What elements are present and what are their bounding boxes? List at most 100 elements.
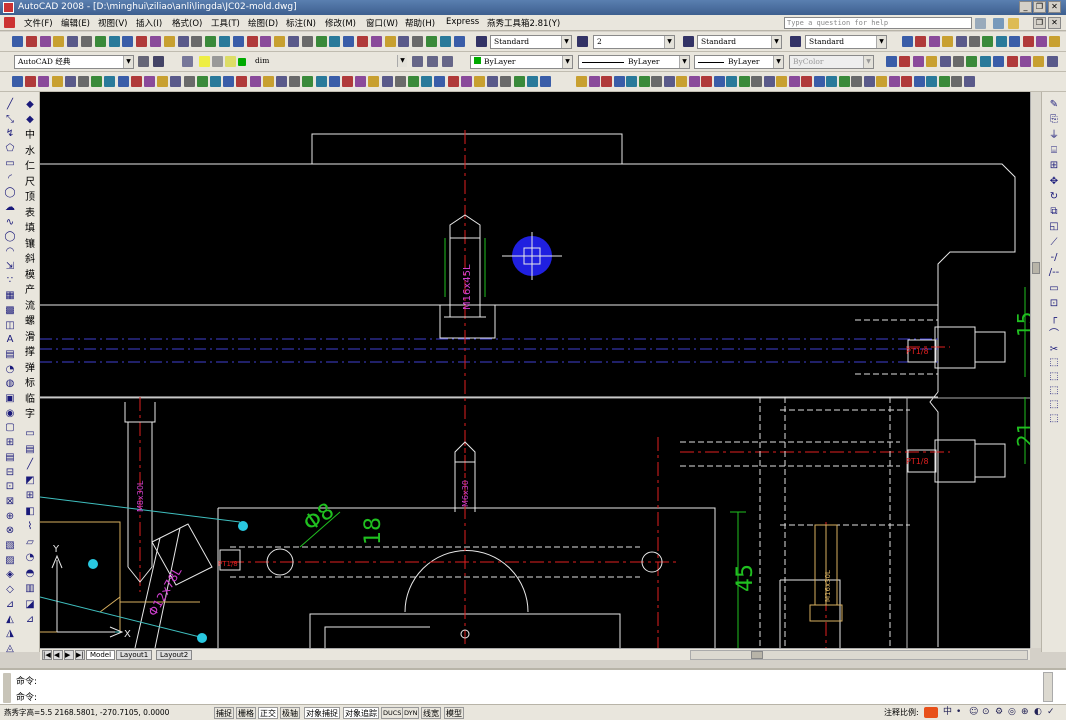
yanxiu-row3-tool-icon-29[interactable] bbox=[381, 76, 393, 87]
dimension-tool-icon-2[interactable] bbox=[588, 76, 600, 87]
draw-tool-icon-28[interactable]: ⊠ bbox=[3, 495, 17, 509]
dimension-tool-icon-18[interactable] bbox=[788, 76, 800, 87]
workspace-settings-icon[interactable] bbox=[138, 56, 149, 67]
grid-toggle[interactable]: 栅格 bbox=[236, 707, 256, 719]
mold-tool-char-1[interactable]: 中 bbox=[23, 128, 37, 143]
color-select[interactable]: ByLayer ▼ bbox=[470, 55, 573, 69]
yanxiu-top-tool-icon-2[interactable] bbox=[915, 36, 927, 47]
standard-tool-icon-26[interactable] bbox=[357, 36, 368, 47]
yanxiu-top-tool-icon-3[interactable] bbox=[928, 36, 940, 47]
dimension-tool-icon-15[interactable] bbox=[751, 76, 762, 87]
yanxiu-row3-tool-icon-32[interactable] bbox=[421, 76, 433, 87]
standard-tool-icon-33[interactable] bbox=[453, 36, 465, 47]
mold-extra-icon-12[interactable]: ◪ bbox=[23, 598, 37, 612]
draw-tool-icon-25[interactable]: ▤ bbox=[3, 451, 17, 465]
standard-tool-icon-12[interactable] bbox=[163, 36, 175, 47]
draw-tool-icon-10[interactable]: ◯ bbox=[3, 230, 17, 244]
document-icon[interactable] bbox=[4, 17, 15, 28]
dimension-tool-icon-24[interactable] bbox=[863, 76, 875, 87]
draw-tool-icon-15[interactable]: ▩ bbox=[3, 304, 17, 318]
standard-tool-icon-4[interactable] bbox=[53, 36, 65, 47]
yanxiu-row3-tool-icon-16[interactable] bbox=[210, 76, 221, 87]
mold-tool-char-17[interactable]: 标 bbox=[23, 376, 37, 391]
standard-tool-icon-27[interactable] bbox=[370, 36, 382, 47]
yanxiu-row3-tool-icon-11[interactable] bbox=[144, 76, 155, 87]
dimension-tool-icon-16[interactable] bbox=[763, 76, 775, 87]
tray-icon-2[interactable]: • bbox=[956, 705, 961, 720]
standard-tool-icon-30[interactable] bbox=[412, 36, 424, 47]
modify-tool-icon-9[interactable]: ◱ bbox=[1047, 220, 1061, 234]
standard-tool-icon-15[interactable] bbox=[205, 36, 217, 47]
horizontal-scrollbar[interactable] bbox=[690, 650, 1028, 660]
draw-tool-icon-7[interactable]: ◯ bbox=[3, 186, 17, 200]
dim-style-icon[interactable] bbox=[577, 36, 588, 47]
standard-tool-icon-14[interactable] bbox=[191, 36, 203, 47]
standard-tool-icon-31[interactable] bbox=[426, 36, 437, 47]
yanxiu-top-tool-icon-11[interactable] bbox=[1036, 36, 1047, 47]
mold-tool-char-4[interactable]: 尺 bbox=[23, 175, 37, 190]
dimension-tool-icon-5[interactable] bbox=[626, 76, 637, 87]
tray-icon-6[interactable]: ◎ bbox=[1008, 705, 1016, 720]
workspace-save-icon[interactable] bbox=[153, 56, 164, 67]
mold-tool-icon-1[interactable]: ◆ bbox=[23, 98, 37, 112]
dimension-tool-icon-20[interactable] bbox=[813, 76, 825, 87]
snap-toggle[interactable]: 捕捉 bbox=[214, 707, 234, 719]
menu-help[interactable]: 帮助(H) bbox=[405, 17, 435, 29]
dimension-tool-icon-9[interactable] bbox=[676, 76, 687, 87]
standard-tool-icon-23[interactable] bbox=[315, 36, 327, 47]
otrack-toggle[interactable]: 对象追踪 bbox=[343, 707, 379, 719]
yanxiu-row3-tool-icon-17[interactable] bbox=[223, 76, 235, 87]
yanxiu-row3-tool-icon-14[interactable] bbox=[183, 76, 195, 87]
draw-tool-icon-13[interactable]: ∵ bbox=[3, 274, 17, 288]
yanxiu-row3-tool-icon-35[interactable] bbox=[460, 76, 472, 87]
tray-icon-3[interactable]: ☺ bbox=[969, 705, 978, 720]
draw-tool-icon-33[interactable]: ◈ bbox=[3, 568, 17, 582]
osnap-toggle[interactable]: 对象捕捉 bbox=[304, 707, 340, 719]
yanxiu-row3-tool-icon-22[interactable] bbox=[289, 76, 301, 87]
drawing-canvas[interactable]: Φ8 18 45 15 21 M16x45L M8x30L M6x30 PT1/… bbox=[40, 92, 1030, 648]
modify-tool-icon-17[interactable]: ✂ bbox=[1047, 343, 1061, 357]
mold-tool-char-16[interactable]: 弹 bbox=[23, 361, 37, 376]
layer-lock-icon[interactable] bbox=[225, 56, 236, 67]
command-input-line[interactable]: 命令: bbox=[16, 690, 37, 703]
mold-tool-char-7[interactable]: 填 bbox=[23, 221, 37, 236]
draw-tool-icon-22[interactable]: ◉ bbox=[3, 407, 17, 421]
yanxiu-row3-tool-icon-28[interactable] bbox=[368, 76, 380, 87]
yanxiu-row3-tool-icon-8[interactable] bbox=[104, 76, 116, 87]
dimension-tool-icon-6[interactable] bbox=[638, 76, 650, 87]
menu-yanxiu-toolbox[interactable]: 燕秀工具箱2.81(Y) bbox=[487, 17, 560, 29]
menu-format[interactable]: 格式(O) bbox=[172, 17, 202, 29]
mold-tool-char-15[interactable]: 撑 bbox=[23, 345, 37, 360]
menu-window[interactable]: 窗口(W) bbox=[366, 17, 398, 29]
dimension-tool-icon-23[interactable] bbox=[851, 76, 862, 87]
dimension-tool-icon-30[interactable] bbox=[938, 76, 950, 87]
standard-tool-icon-2[interactable] bbox=[25, 36, 37, 47]
yanxiu-row3-tool-icon-27[interactable] bbox=[355, 76, 367, 87]
dimension-tool-icon-21[interactable] bbox=[826, 76, 837, 87]
standard-tool-icon-10[interactable] bbox=[136, 36, 148, 47]
tray-icon-4[interactable]: ⊙ bbox=[982, 705, 990, 720]
standard-tool-icon-19[interactable] bbox=[260, 36, 272, 47]
input-method-s-icon[interactable] bbox=[924, 707, 938, 718]
communication-center-icon[interactable] bbox=[993, 18, 1004, 29]
layer-properties-icon[interactable] bbox=[182, 56, 193, 67]
yanxiu-row3-tool-icon-3[interactable] bbox=[38, 76, 50, 87]
modify-tool-icon-6[interactable]: ✥ bbox=[1047, 175, 1061, 189]
mold-tool-char-6[interactable]: 表 bbox=[23, 206, 37, 221]
multileader-style-icon[interactable] bbox=[790, 36, 801, 47]
dimension-tool-icon-27[interactable] bbox=[901, 76, 912, 87]
modify-tool-icon-8[interactable]: ⧉ bbox=[1047, 205, 1061, 219]
draw-tool-icon-34[interactable]: ◇ bbox=[3, 583, 17, 597]
standard-tool-icon-1[interactable] bbox=[12, 36, 23, 47]
dimension-tool-icon-13[interactable] bbox=[726, 76, 737, 87]
draw-tool-icon-8[interactable]: ☁ bbox=[3, 201, 17, 215]
dimension-tool-icon-19[interactable] bbox=[801, 76, 812, 87]
modify-tool-icon-13[interactable]: ▭ bbox=[1047, 282, 1061, 296]
layer-on-bulb-icon[interactable] bbox=[199, 56, 210, 67]
yanxiu-mid-tool-icon-13[interactable] bbox=[1046, 56, 1058, 67]
draw-tool-icon-6[interactable]: ◜ bbox=[3, 172, 17, 186]
modify-tool-icon-14[interactable]: ⊡ bbox=[1047, 297, 1061, 311]
standard-tool-icon-28[interactable] bbox=[384, 36, 396, 47]
draw-tool-icon-26[interactable]: ⊟ bbox=[3, 466, 17, 480]
modify-tool-icon-3[interactable]: ⏚ bbox=[1047, 129, 1061, 143]
